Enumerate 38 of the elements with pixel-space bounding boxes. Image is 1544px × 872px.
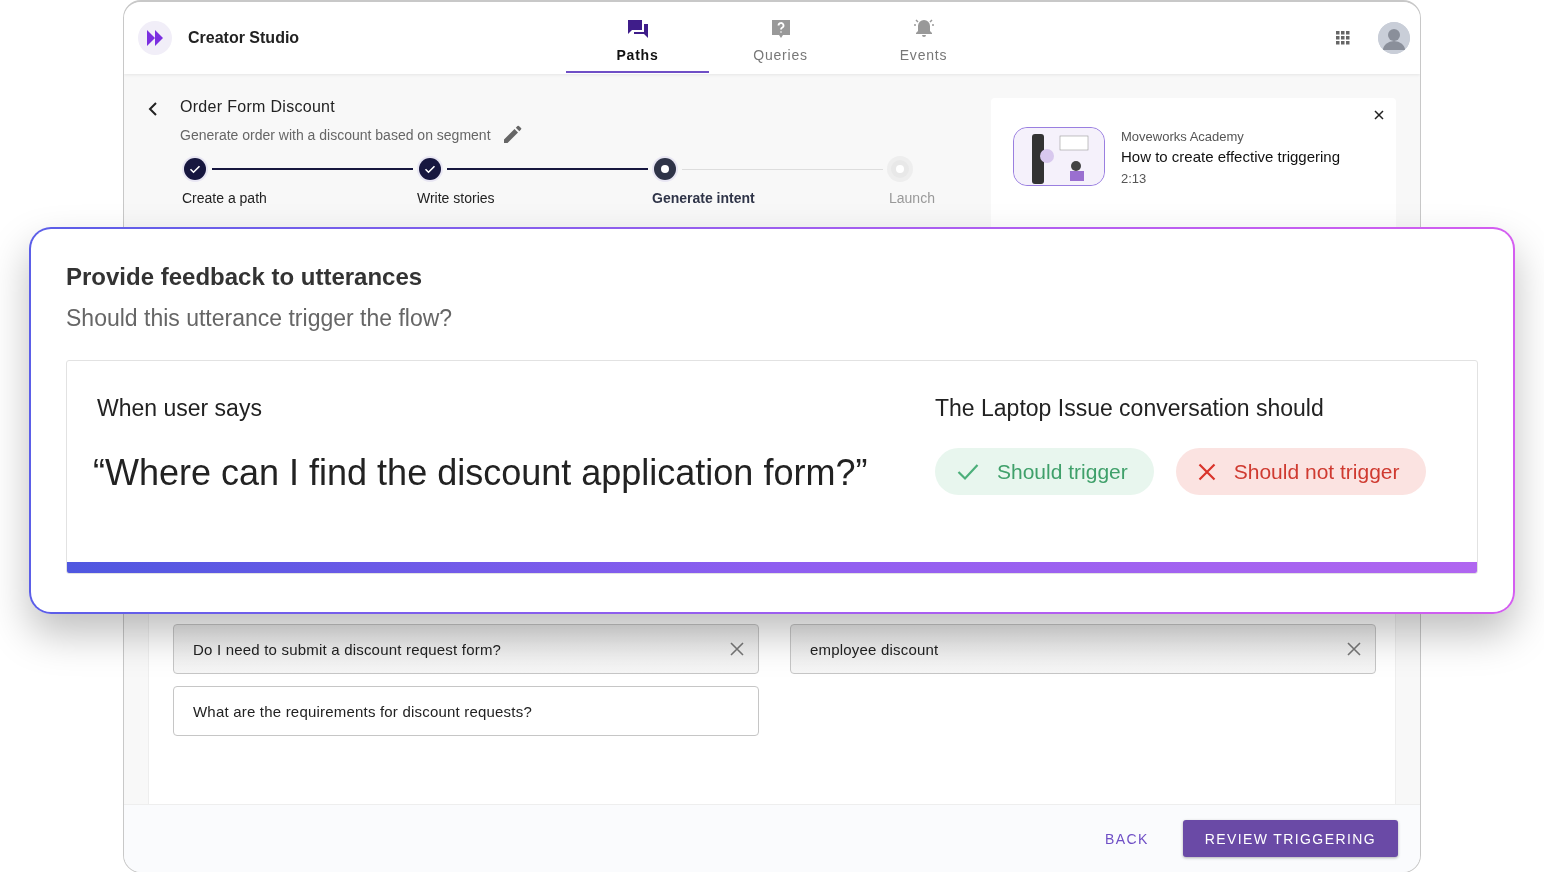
app-logo[interactable] (138, 21, 172, 55)
nav-tab[interactable]: Paths (566, 3, 709, 73)
bell-icon (912, 17, 935, 39)
check-icon (957, 462, 979, 481)
should-not-trigger-button[interactable]: Should not trigger (1175, 448, 1426, 495)
step-indicator (652, 156, 678, 182)
app-title: Creator Studio (188, 29, 300, 47)
apps-grid-icon[interactable] (1336, 31, 1350, 45)
step-indicator (417, 156, 443, 182)
step-label: Write stories (417, 190, 496, 206)
video-title[interactable]: How to create effective triggering (1121, 148, 1340, 165)
utterance-field[interactable]: What are the requirements for discount requests? (173, 686, 759, 736)
step-label: Launch (889, 190, 936, 206)
feedback-subtitle: Should this utterance trigger the flow? (66, 305, 454, 332)
back-button[interactable]: BACK (1098, 829, 1155, 848)
nav-tab[interactable]: Events (852, 3, 995, 73)
chat-icon (626, 19, 649, 39)
video-thumbnail[interactable] (1013, 127, 1105, 186)
step-label: Create a path (182, 190, 268, 206)
pencil-icon[interactable] (502, 125, 522, 144)
question-icon (770, 19, 791, 39)
video-duration: 2:13 (1121, 171, 1148, 186)
nav-tab[interactable]: Queries (709, 3, 852, 73)
review-button[interactable]: REVIEW TRIGGERING (1182, 820, 1398, 857)
close-icon[interactable] (1374, 110, 1384, 120)
academy-source: Moveworks Academy (1121, 129, 1245, 144)
path-title: Order Form Discount (180, 98, 337, 116)
close-icon (1197, 462, 1216, 481)
path-description: Generate order with a discount based on segment (180, 126, 491, 143)
utterance-quote: “Where can I find the discount application form?” (93, 452, 869, 494)
feedback-title: Provide feedback to utterances (66, 263, 424, 291)
section-label: When user says (97, 395, 263, 422)
utterance-field[interactable]: employee discount (790, 624, 1376, 674)
section-label: The Laptop Issue conversation should (935, 395, 1325, 422)
avatar[interactable] (1378, 22, 1410, 54)
step-label: Generate intent (652, 190, 756, 206)
step-indicator (182, 156, 208, 182)
utterance-field[interactable]: Do I need to submit a discount request form? (173, 624, 759, 674)
